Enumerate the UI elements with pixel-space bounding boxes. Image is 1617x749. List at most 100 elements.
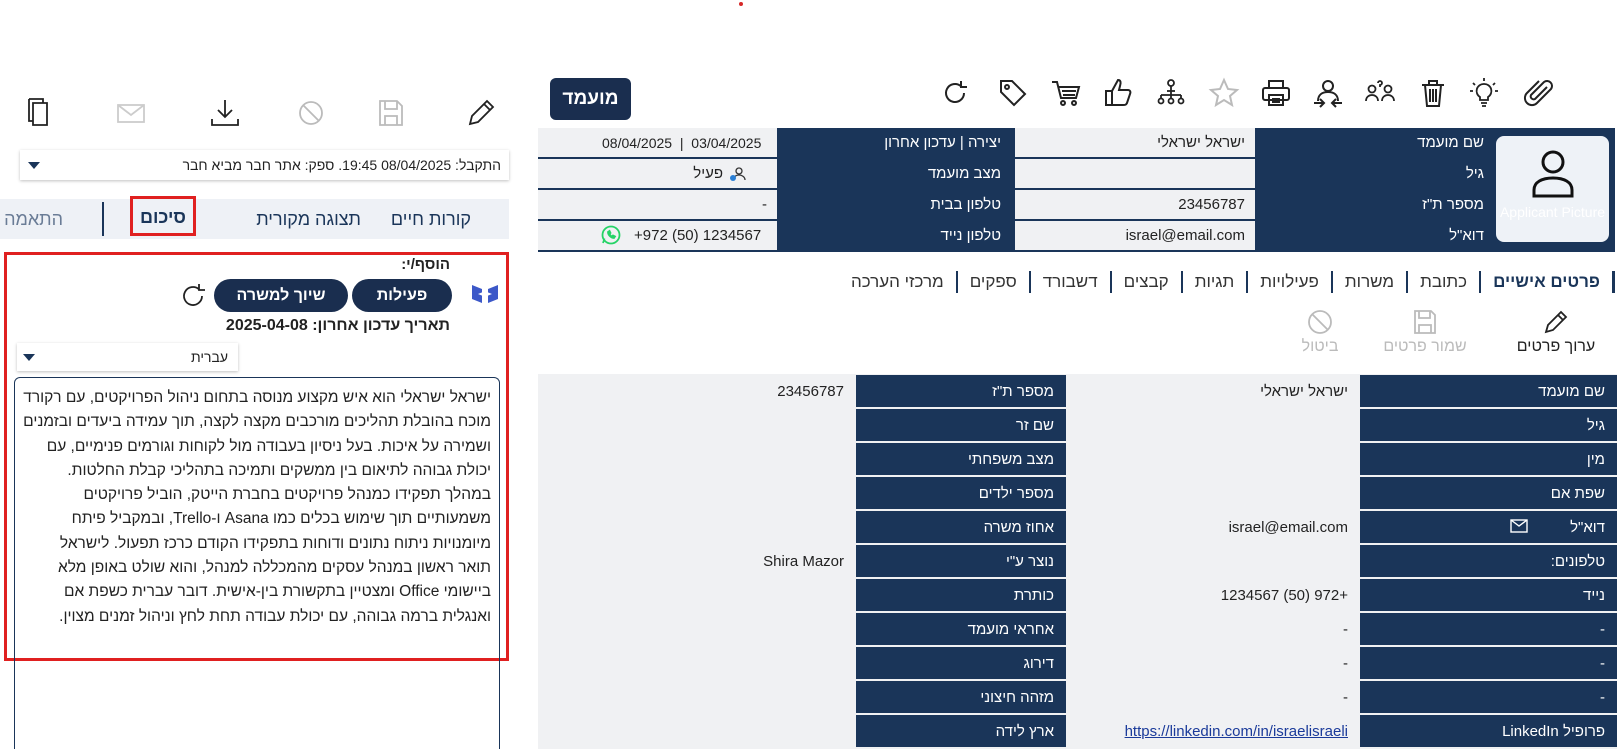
lightbulb-icon[interactable] xyxy=(1467,76,1501,110)
block-icon xyxy=(1308,310,1332,334)
candidate-status-label: מצב מועמד xyxy=(779,159,1013,188)
tab-summary[interactable]: סיכום xyxy=(130,196,196,236)
details-label-2: מספר ת"ז xyxy=(856,375,1066,407)
caret-down-icon xyxy=(23,353,35,361)
created-updated-value: 08/04/2025 | 03/04/2025 xyxy=(538,128,777,157)
ai-brand-icon xyxy=(470,279,500,309)
star-icon[interactable] xyxy=(1207,76,1241,110)
details-label-2: אחראי מועמד xyxy=(856,613,1066,645)
mail-icon[interactable] xyxy=(114,96,148,130)
tab-match[interactable]: התאמה xyxy=(4,199,63,239)
print-icon[interactable] xyxy=(1259,76,1293,110)
details-label-2: כותרת xyxy=(856,579,1066,611)
edit-details-button[interactable]: ערוך פרטים xyxy=(1510,308,1602,356)
avatar-placeholder-text: Applicant Picture xyxy=(1499,204,1606,220)
details-value-2 xyxy=(538,477,854,509)
details-value-1 xyxy=(1068,477,1358,509)
details-value-2: 23456787 xyxy=(538,375,854,407)
age-value xyxy=(1015,159,1255,188)
main-tabs: פרטים אישיים כתובת משרות פעילויות תגיות … xyxy=(538,262,1615,302)
assign-to-job-button[interactable]: שיוך למשרה xyxy=(214,279,348,312)
home-phone-label: טלפון בבית xyxy=(779,190,1013,219)
candidate-name-label: שם מועמד xyxy=(1257,128,1496,157)
tab-files[interactable]: קבצים xyxy=(1109,271,1181,293)
received-select[interactable]: התקבל: 08/04/2025 19:45. ספק: אתר חבר מב… xyxy=(20,150,509,180)
details-value-1 xyxy=(1068,409,1358,441)
avatar[interactable]: Applicant Picture xyxy=(1496,136,1609,242)
user-transfer-icon[interactable] xyxy=(1311,76,1345,110)
org-chart-icon[interactable] xyxy=(1154,76,1188,110)
pencil-icon[interactable] xyxy=(464,96,498,130)
added-by-label: הוסף/י: xyxy=(401,256,450,273)
tab-resume[interactable]: קורות חיים xyxy=(391,199,471,239)
tab-dashboard[interactable]: דשבורד xyxy=(1028,271,1110,293)
email-value: israel@email.com xyxy=(1015,221,1255,250)
linkedin-link[interactable]: https://linkedin.com/in/israelisraeli xyxy=(1068,715,1358,747)
summary-textarea[interactable]: ישראל ישראלי הוא איש מקצוע מנוסה בתחום נ… xyxy=(14,377,500,749)
block-icon[interactable] xyxy=(294,96,328,130)
tab-tags[interactable]: תגיות xyxy=(1180,271,1247,293)
tab-suppliers[interactable]: ספקים xyxy=(955,271,1029,293)
document-copy-icon[interactable] xyxy=(22,96,56,130)
details-label-2: נוצר ע"י xyxy=(856,545,1066,577)
pencil-icon xyxy=(1544,310,1568,334)
details-label-1: - xyxy=(1360,681,1617,713)
language-select[interactable]: עברית xyxy=(17,343,238,371)
details-label-2: מצב משפחתי xyxy=(856,443,1066,475)
tab-activities[interactable]: פעילויות xyxy=(1246,271,1331,293)
refresh-icon[interactable] xyxy=(178,281,208,311)
cancel-button[interactable]: ביטול xyxy=(1298,308,1342,356)
details-value-2: Shira Mazor xyxy=(538,545,854,577)
tab-jobs[interactable]: משרות xyxy=(1330,271,1406,293)
details-label-2: דירוג xyxy=(856,647,1066,679)
details-label-2: מספר ילדים xyxy=(856,477,1066,509)
details-label-1: - xyxy=(1360,613,1617,645)
details-label-2: שם זר xyxy=(856,409,1066,441)
details-label-1: פרופיל LinkedIn xyxy=(1360,715,1617,747)
details-label-1: טלפונים: xyxy=(1360,545,1617,577)
details-value-2 xyxy=(538,443,854,475)
mail-icon[interactable] xyxy=(1510,519,1528,533)
details-value-1: israel@email.com xyxy=(1068,511,1358,543)
cart-icon[interactable] xyxy=(1049,76,1083,110)
refresh-icon[interactable] xyxy=(938,76,972,110)
indicator-dot xyxy=(739,2,743,6)
tab-address[interactable]: כתובת xyxy=(1406,271,1479,293)
tab-original-view[interactable]: תצוגה מקורית xyxy=(256,199,361,239)
details-value-1: - xyxy=(1068,647,1358,679)
caret-down-icon xyxy=(28,161,40,169)
mobile-phone-value: +972 (50) 1234567 xyxy=(538,221,777,250)
left-tabs: קורות חיים תצוגה מקורית סיכום התאמה xyxy=(0,196,509,239)
users-question-icon[interactable] xyxy=(1363,76,1397,110)
candidate-name-value: ישראל ישראלי xyxy=(1015,128,1255,157)
details-value-2 xyxy=(538,511,854,543)
save-details-button[interactable]: שמור פרטים xyxy=(1380,308,1470,356)
download-icon[interactable] xyxy=(208,96,242,130)
details-label-1: שם מועמד xyxy=(1360,375,1617,407)
candidate-status-value: פעיל xyxy=(538,159,777,188)
details-label-1: - xyxy=(1360,647,1617,679)
details-value-2 xyxy=(538,579,854,611)
details-value-2 xyxy=(538,647,854,679)
tab-personal-details[interactable]: פרטים אישיים xyxy=(1479,271,1615,293)
save-icon[interactable] xyxy=(374,96,408,130)
activities-button[interactable]: פעילות xyxy=(352,279,452,312)
id-number-label: מספר ת"ז xyxy=(1257,190,1496,219)
details-value-2 xyxy=(538,409,854,441)
user-avatar-icon xyxy=(1532,150,1573,198)
details-value-2 xyxy=(538,613,854,645)
paperclip-icon[interactable] xyxy=(1522,76,1556,110)
details-value-1: +972 (50) 1234567 xyxy=(1068,579,1358,611)
details-value-2 xyxy=(538,715,854,747)
tag-icon[interactable] xyxy=(996,76,1030,110)
age-label: גיל xyxy=(1257,159,1496,188)
thumbs-up-icon[interactable] xyxy=(1101,76,1135,110)
home-phone-value: - xyxy=(538,190,777,219)
tab-assessment-centers[interactable]: מרכזי הערכה xyxy=(839,271,956,293)
candidate-button[interactable]: מועמד xyxy=(550,78,631,120)
whatsapp-icon[interactable] xyxy=(600,224,622,250)
details-label-2: אחוז משרה xyxy=(856,511,1066,543)
mobile-phone-label: טלפון נייד xyxy=(779,221,1013,250)
trash-icon[interactable] xyxy=(1416,76,1450,110)
details-value-2 xyxy=(538,681,854,713)
